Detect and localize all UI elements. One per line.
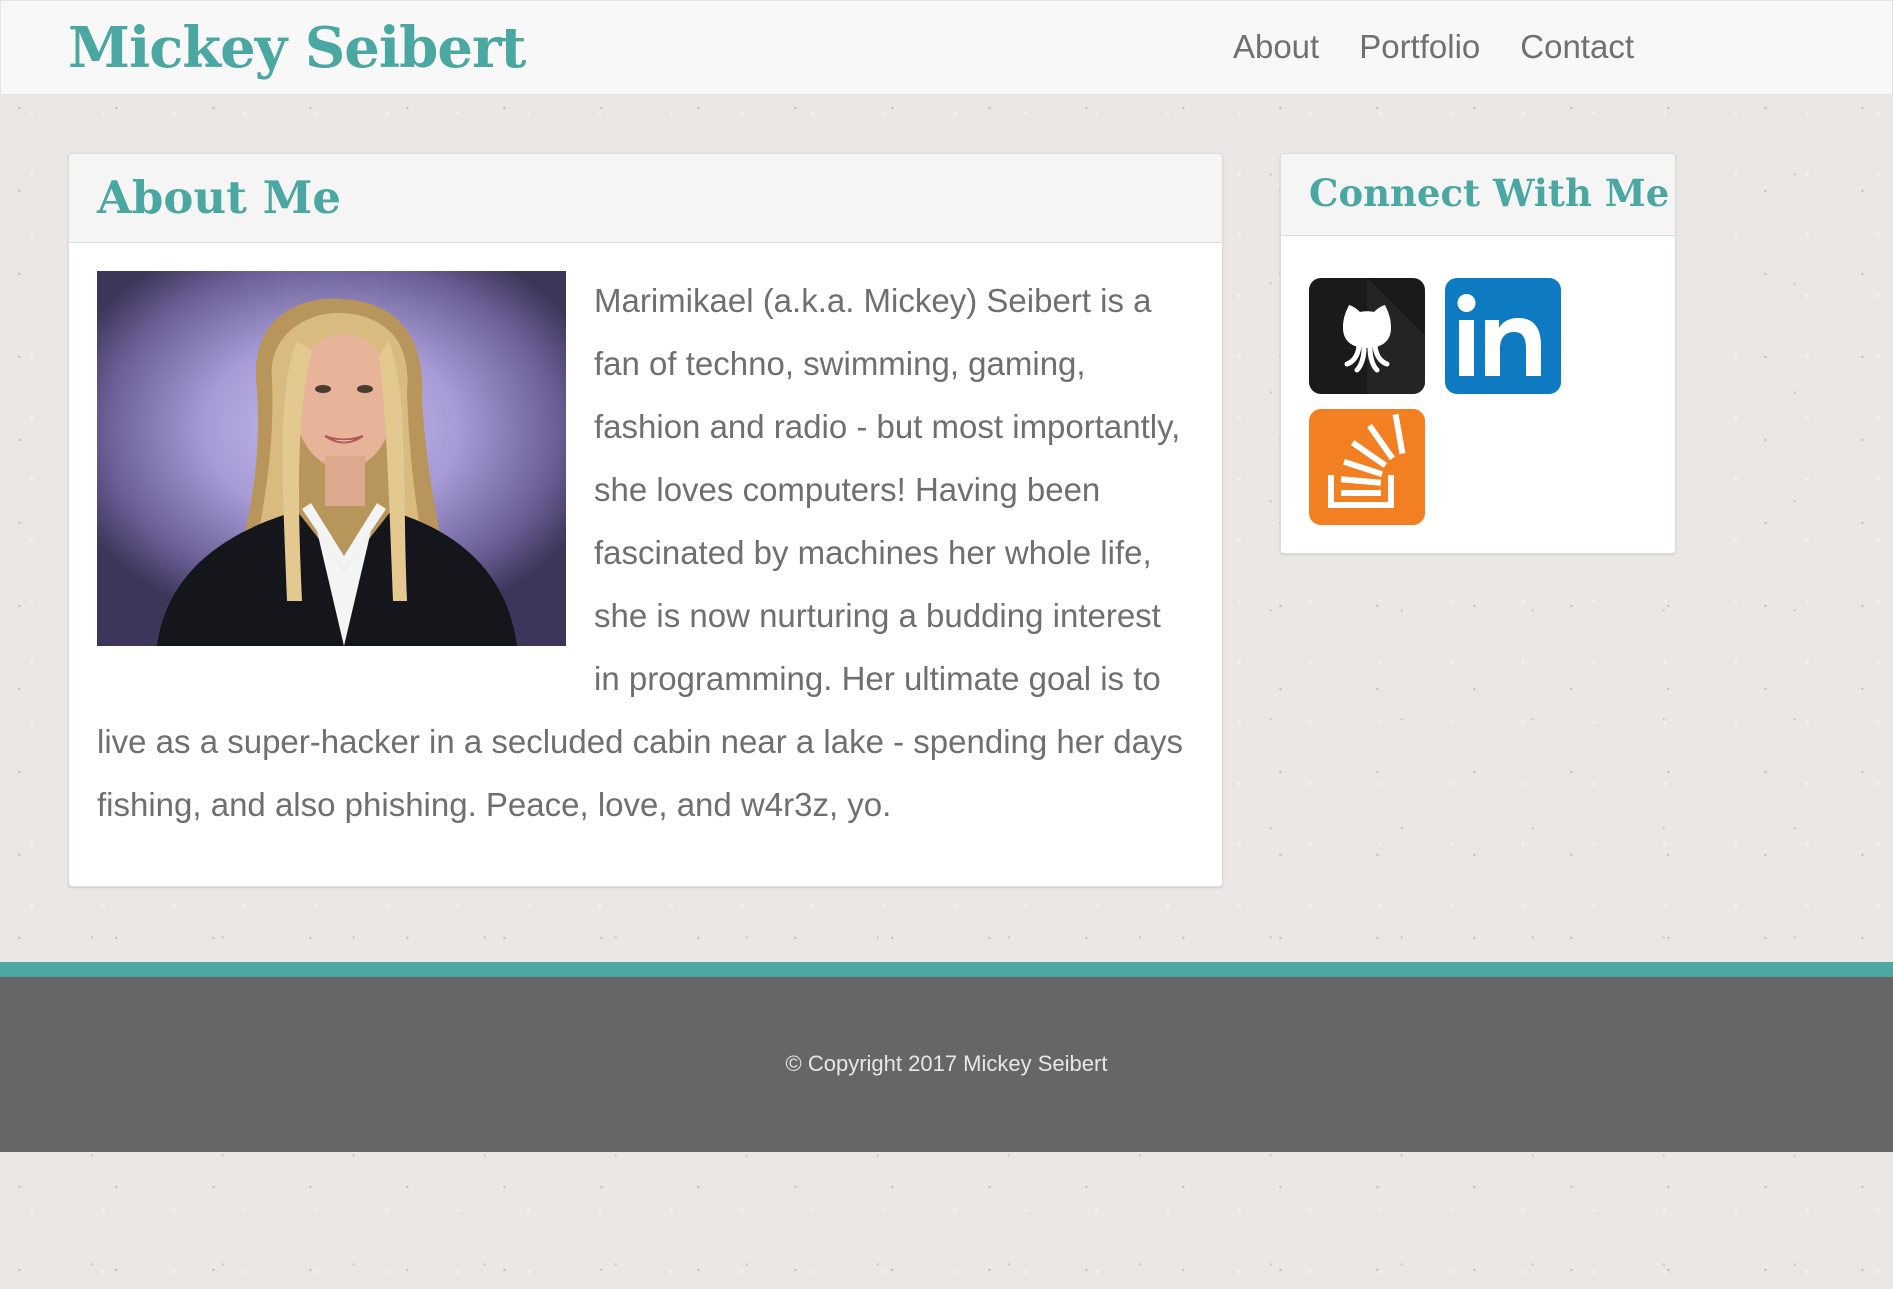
about-panel-heading: About Me <box>69 154 1222 243</box>
connect-panel: Connect With Me <box>1280 153 1676 554</box>
footer-accent-bar <box>0 962 1893 977</box>
nav-item-about[interactable]: About <box>1213 23 1339 71</box>
about-title: About Me <box>97 171 342 224</box>
connect-title: Connect With Me <box>1309 171 1670 215</box>
linkedin-icon <box>1457 294 1541 376</box>
nav-menu: About Portfolio Contact <box>1213 23 1654 71</box>
stackoverflow-link[interactable] <box>1309 409 1425 525</box>
github-link[interactable] <box>1309 278 1425 394</box>
profile-photo <box>97 271 566 646</box>
github-icon <box>1343 278 1425 394</box>
site-brand[interactable]: Mickey Seibert <box>68 9 526 87</box>
navbar: Mickey Seibert About Portfolio Contact <box>0 0 1893 95</box>
stackoverflow-icon <box>1328 413 1406 508</box>
nav-item-contact[interactable]: Contact <box>1500 23 1654 71</box>
about-body: Marimikael (a.k.a. Mickey) Seibert is a … <box>69 243 1222 836</box>
copyright-text: © Copyright 2017 Mickey Seibert <box>785 1051 1108 1076</box>
about-panel: About Me Marimikael (a.k.a. Mickey) Seib… <box>68 153 1223 887</box>
linkedin-link[interactable] <box>1445 278 1561 394</box>
connect-panel-heading: Connect With Me <box>1281 154 1675 236</box>
footer: © Copyright 2017 Mickey Seibert <box>0 977 1893 1152</box>
nav-item-portfolio[interactable]: Portfolio <box>1339 23 1500 71</box>
